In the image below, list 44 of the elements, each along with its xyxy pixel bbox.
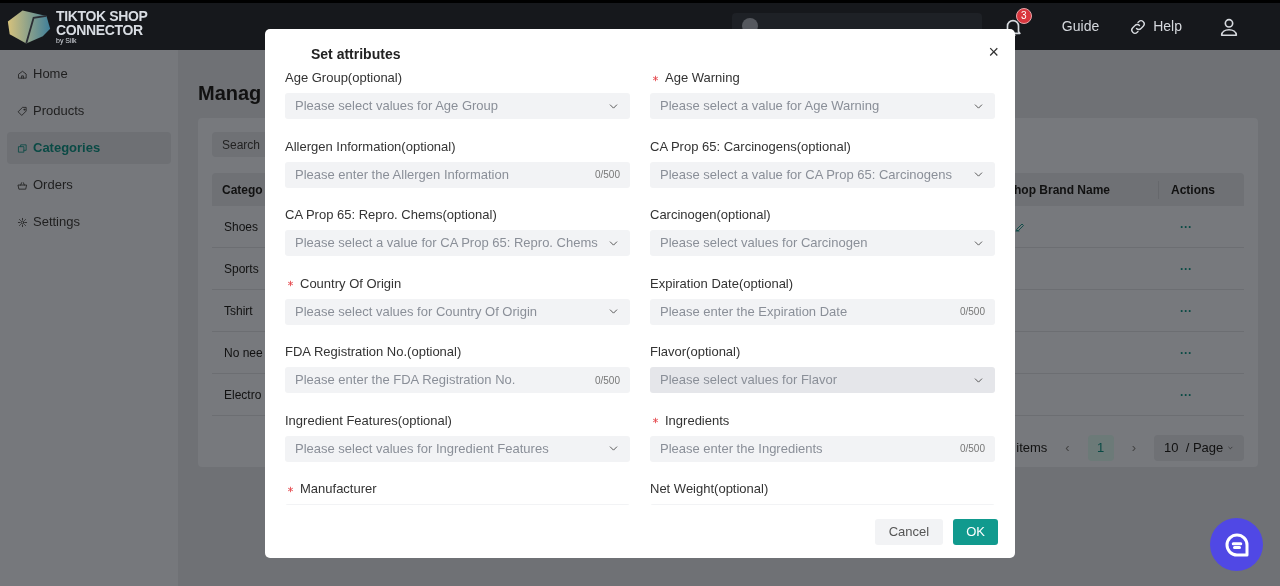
field-label: Country Of Origin bbox=[300, 274, 402, 293]
logo-text: CONNECTOR bbox=[56, 23, 144, 37]
field-label: FDA Registration No.(optional) bbox=[285, 343, 463, 362]
placeholder-text: Please select values for Age Group bbox=[295, 97, 500, 116]
field-label: Age Group(optional) bbox=[285, 69, 404, 88]
placeholder-text: Please enter the Ingredients bbox=[660, 439, 824, 458]
field-label: Age Warning bbox=[665, 69, 740, 88]
placeholder-text: Please select a value for Age Warning bbox=[660, 97, 881, 116]
field-label: Carcinogen(optional) bbox=[650, 206, 772, 225]
field-label: Ingredients bbox=[665, 411, 730, 430]
table-cell-text: Electro bbox=[224, 386, 262, 404]
character-counter: 0/500 bbox=[959, 305, 985, 319]
placeholder-text: Please select a value for CA Prop 65: Repro. Chems bbox=[295, 234, 599, 253]
field-label: Net Weight(optional) bbox=[650, 480, 770, 499]
field-label: CA Prop 65: Carcinogens(optional) bbox=[650, 137, 852, 156]
field-label: Ingredient Features(optional) bbox=[285, 411, 453, 430]
placeholder-text: Please enter the Expiration Date bbox=[660, 302, 849, 321]
logo-text: TIKTOK SHOP bbox=[56, 9, 148, 23]
field-label: Flavor(optional) bbox=[650, 343, 742, 362]
page-title: Manag bbox=[198, 81, 262, 106]
field-label: Manufacturer bbox=[300, 480, 377, 499]
table-cell-text: Tshirt bbox=[224, 302, 253, 320]
column-header: hop Brand Name bbox=[1013, 181, 1111, 199]
character-counter: 0/500 bbox=[594, 168, 620, 182]
table-cell-text: No nee bbox=[224, 344, 263, 362]
placeholder-text: Please enter the FDA Registration No. bbox=[295, 371, 517, 390]
item-count: items bbox=[1016, 439, 1048, 458]
dialog-title: Set attributes bbox=[311, 45, 401, 64]
placeholder-text: Please select values for Carcinogen bbox=[660, 234, 869, 253]
character-counter: 0/500 bbox=[594, 373, 620, 388]
column-header: Actions bbox=[1158, 180, 1244, 199]
placeholder-text: Please select values for Country Of Origin bbox=[295, 302, 539, 321]
table-cell-text: Shoes bbox=[224, 218, 259, 236]
field-label: Allergen Information(optional) bbox=[285, 137, 457, 156]
placeholder-text: Please enter the Allergen Information bbox=[295, 165, 510, 184]
placeholder-text: Please select values for Flavor bbox=[660, 371, 839, 390]
placeholder-text: Please select a value for CA Prop 65: Carcinogens bbox=[660, 165, 953, 184]
placeholder-text: Please select values for Ingredient Features bbox=[295, 439, 550, 458]
field-label: CA Prop 65: Repro. Chems(optional) bbox=[285, 206, 498, 225]
notification-badge: 3 bbox=[1015, 7, 1032, 24]
character-counter: 0/500 bbox=[959, 442, 985, 456]
column-header: Catego bbox=[222, 181, 263, 199]
field-label: Expiration Date(optional) bbox=[650, 274, 795, 293]
table-cell-text: Sports bbox=[224, 260, 259, 278]
